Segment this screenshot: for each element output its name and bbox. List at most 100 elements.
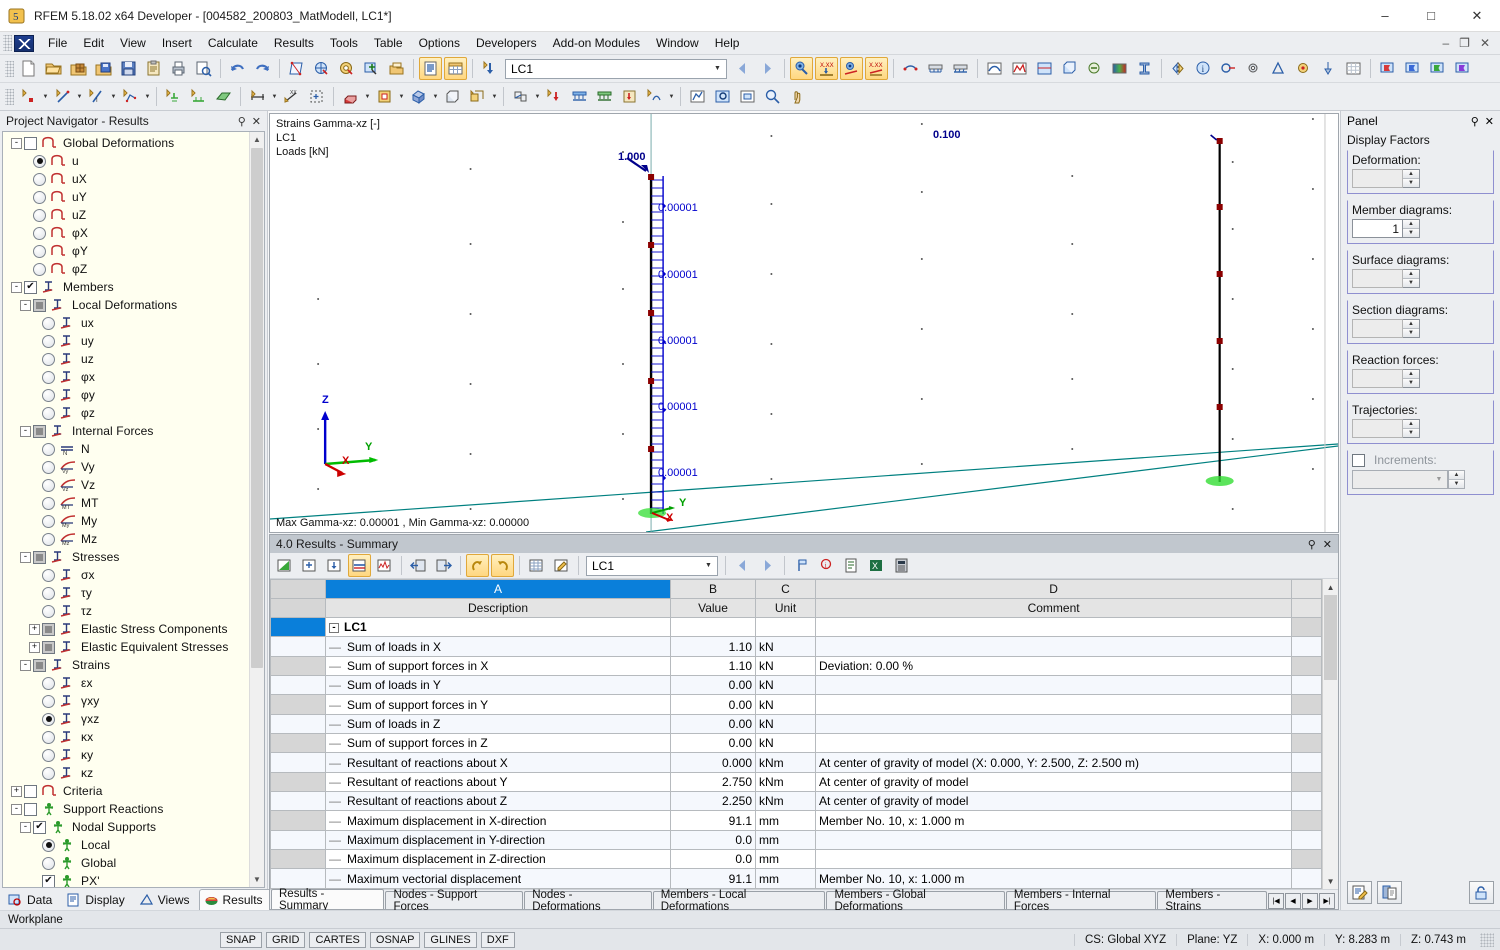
table-row[interactable]: —Sum of support forces in Z0.00kN (271, 734, 1322, 753)
resize-grip-icon[interactable] (1480, 933, 1494, 947)
tree-expander-stresses[interactable]: - (20, 552, 31, 563)
grid-tool-icon[interactable] (1342, 57, 1365, 80)
cell-value[interactable]: 0.000 (671, 753, 756, 772)
cell-value[interactable]: 2.750 (671, 772, 756, 791)
cell-description[interactable]: —Sum of support forces in X (326, 656, 671, 675)
opening-dropdown-icon[interactable]: ▼ (397, 85, 406, 108)
spin-down-icon[interactable]: ▼ (1403, 229, 1419, 237)
pin-icon[interactable]: ⚲ (1471, 115, 1479, 128)
node-marker-icon[interactable] (1292, 57, 1315, 80)
tree-item-elastic-equivalent-stresses[interactable]: +Elastic Equivalent Stresses (3, 638, 249, 656)
spinner-reaction-forces-value[interactable] (1352, 369, 1403, 388)
pan-icon[interactable] (786, 85, 809, 108)
tree-checkbox-local-deformations[interactable] (33, 299, 46, 312)
menu-item-addon-modules[interactable]: Add-on Modules (545, 34, 648, 52)
row-header-cell[interactable] (271, 850, 326, 869)
menu-item-calculate[interactable]: Calculate (200, 34, 266, 52)
select-table-icon[interactable] (525, 554, 548, 577)
cell-value[interactable]: 2.250 (671, 792, 756, 811)
menu-item-tools[interactable]: Tools (322, 34, 366, 52)
navtab-data[interactable]: Data (3, 889, 61, 910)
row-header-cell[interactable] (271, 811, 326, 830)
cell-unit[interactable]: mm (756, 811, 816, 830)
cell-unit[interactable]: kN (756, 714, 816, 733)
tree-checkbox-global-deformations[interactable] (24, 137, 37, 150)
cell-comment[interactable] (816, 637, 1292, 656)
spinner-reaction-forces[interactable]: ▲▼ (1352, 369, 1420, 388)
view-render-icon[interactable] (335, 57, 358, 80)
group-expander-icon[interactable]: - (329, 623, 339, 633)
cell-comment[interactable]: At center of gravity of model (816, 792, 1292, 811)
spinner-deformation-value[interactable] (1352, 169, 1403, 188)
tree-radio-phix[interactable] (33, 227, 46, 240)
dim-value-icon[interactable]: XX (280, 85, 303, 108)
cell-description[interactable]: —Sum of support forces in Z (326, 734, 671, 753)
tree-item-internal-forces[interactable]: -Internal Forces (3, 422, 249, 440)
tree-item-local[interactable]: Local (3, 836, 249, 854)
cell-comment[interactable]: At center of gravity of model (X: 0.000,… (816, 753, 1292, 772)
row-header-cell[interactable] (271, 618, 326, 637)
tree-item-kappa-z[interactable]: κz (3, 764, 249, 782)
cell-value[interactable]: 0.0 (671, 850, 756, 869)
tree-radio-uz-local[interactable] (42, 353, 55, 366)
solid-copy-dropdown-icon[interactable]: ▼ (490, 85, 499, 108)
menu-item-edit[interactable]: Edit (75, 34, 112, 52)
column-letter-e[interactable] (1292, 580, 1322, 599)
menu-item-insert[interactable]: Insert (154, 34, 200, 52)
tree-item-tau-y[interactable]: τy (3, 584, 249, 602)
table-row[interactable]: —Maximum displacement in Y-direction0.0m… (271, 830, 1322, 849)
table-row[interactable]: —Maximum vectorial displacement91.1mmMem… (271, 869, 1322, 889)
solid-copy-icon[interactable] (466, 85, 489, 108)
spinner-section-diagrams-value[interactable] (1352, 319, 1403, 338)
cell-description[interactable]: —Maximum displacement in X-direction (326, 811, 671, 830)
tree-item-phiy[interactable]: φY (3, 242, 249, 260)
navtab-views[interactable]: Views (134, 889, 199, 910)
tree-item-mz[interactable]: MzMz (3, 530, 249, 548)
surface-forces-icon[interactable] (1033, 57, 1056, 80)
spin-up-icon[interactable]: ▲ (1403, 420, 1419, 429)
column-letter-b[interactable]: B (671, 580, 756, 599)
cell-unit[interactable]: kNm (756, 772, 816, 791)
increments-combo[interactable]: ▼ (1352, 470, 1448, 489)
tree-radio-local[interactable] (42, 839, 55, 852)
delete-row-icon[interactable] (323, 554, 346, 577)
tree-item-tau-z[interactable]: τz (3, 602, 249, 620)
close-icon[interactable]: ✕ (1485, 115, 1494, 128)
table-row[interactable]: —Sum of support forces in X1.10kNDeviati… (271, 656, 1322, 675)
tree-radio-mz[interactable] (42, 533, 55, 546)
tree-radio-kappa-x[interactable] (42, 731, 55, 744)
toolbar2-grip-handle[interactable] (5, 89, 14, 105)
tree-radio-uy[interactable] (33, 191, 46, 204)
row-header-cell[interactable] (271, 792, 326, 811)
row-header-cell[interactable] (271, 753, 326, 772)
row-header-cell[interactable] (271, 637, 326, 656)
spinner-surface-diagrams[interactable]: ▲▼ (1352, 269, 1420, 288)
flag-purple-icon[interactable] (1451, 57, 1474, 80)
tree-item-phiz[interactable]: φZ (3, 260, 249, 278)
node-dropdown-icon[interactable]: ▼ (41, 85, 50, 108)
insert-row-icon[interactable] (298, 554, 321, 577)
close-icon[interactable]: ✕ (252, 115, 261, 128)
menu-item-results[interactable]: Results (266, 34, 322, 52)
line-supports-icon[interactable] (949, 57, 972, 80)
cell-unit[interactable]: kNm (756, 753, 816, 772)
tree-item-uz[interactable]: uZ (3, 206, 249, 224)
nodal-support-icon[interactable] (187, 85, 210, 108)
spinner-surface-diagrams-value[interactable] (1352, 269, 1403, 288)
cell-unit[interactable]: kN (756, 656, 816, 675)
cell-unit[interactable]: mm (756, 869, 816, 889)
tree-item-kappa-x[interactable]: κx (3, 728, 249, 746)
first-tab-button[interactable]: |◀ (1268, 893, 1284, 909)
tree-item-px[interactable]: PX' (3, 872, 249, 887)
row-header-cell[interactable] (271, 734, 326, 753)
tree-checkbox-elastic-stress-components[interactable] (42, 623, 55, 636)
tree-checkbox-members[interactable] (24, 281, 37, 294)
next-result-icon[interactable] (756, 554, 779, 577)
tree-radio-global[interactable] (42, 857, 55, 870)
spin-up-icon[interactable]: ▲ (1403, 370, 1419, 379)
tree-item-epsilon-x[interactable]: εx (3, 674, 249, 692)
close-icon[interactable]: ✕ (1323, 538, 1332, 551)
tree-radio-uz[interactable] (33, 209, 46, 222)
cell-value[interactable]: 91.1 (671, 869, 756, 889)
cell-comment[interactable]: Member No. 10, x: 1.000 m (816, 869, 1292, 889)
